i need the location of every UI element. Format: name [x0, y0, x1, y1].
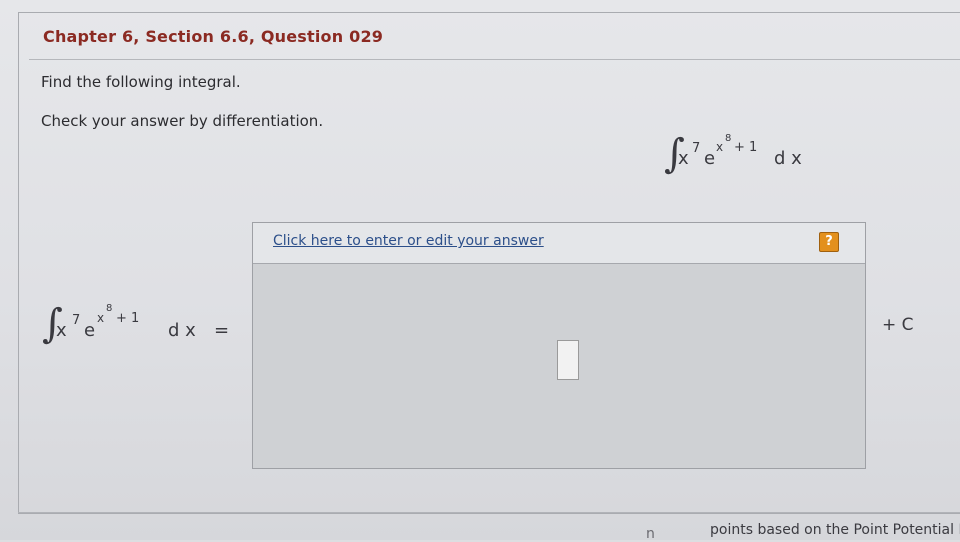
instruction-text: Check your answer by differentiation.	[41, 112, 324, 130]
constant-of-integration: + C	[882, 315, 914, 335]
answer-entry-box[interactable]: Click here to enter or edit your answer …	[252, 222, 866, 469]
question-heading: Chapter 6, Section 6.6, Question 029	[43, 27, 384, 46]
edit-answer-link[interactable]: Click here to enter or edit your answer	[273, 233, 544, 249]
integrand-power: 7	[72, 313, 81, 328]
exponential-base: e	[704, 148, 716, 169]
exponential-base: e	[84, 320, 96, 341]
answer-toolbar: Click here to enter or edit your answer …	[253, 223, 865, 264]
exponent-power: 8	[725, 133, 732, 144]
exponent-variable: x	[716, 140, 724, 154]
instruction-text: Find the following integral.	[41, 73, 241, 91]
integral-expression: ∫ x 7 e x 8 + 1 d x	[664, 128, 824, 188]
integrand-base: x	[678, 148, 689, 169]
integrand-power: 7	[692, 141, 701, 156]
integrand-base: x	[56, 320, 67, 341]
exponent-variable: x	[97, 311, 105, 325]
help-button[interactable]: ?	[819, 232, 839, 252]
panel-divider	[18, 512, 960, 513]
exponent-constant: + 1	[734, 140, 758, 155]
heading-divider	[29, 59, 960, 60]
answer-input-field[interactable]	[557, 340, 579, 380]
equals-sign: =	[214, 320, 230, 341]
footer-text: points based on the Point Potential Poli	[710, 522, 960, 538]
exponent-constant: + 1	[116, 311, 140, 326]
exponent-power: 8	[106, 303, 113, 314]
differential: d x	[774, 148, 802, 169]
differential: d x	[168, 320, 196, 341]
integral-equation: ∫ x 7 e x 8 + 1 d x =	[42, 296, 242, 376]
